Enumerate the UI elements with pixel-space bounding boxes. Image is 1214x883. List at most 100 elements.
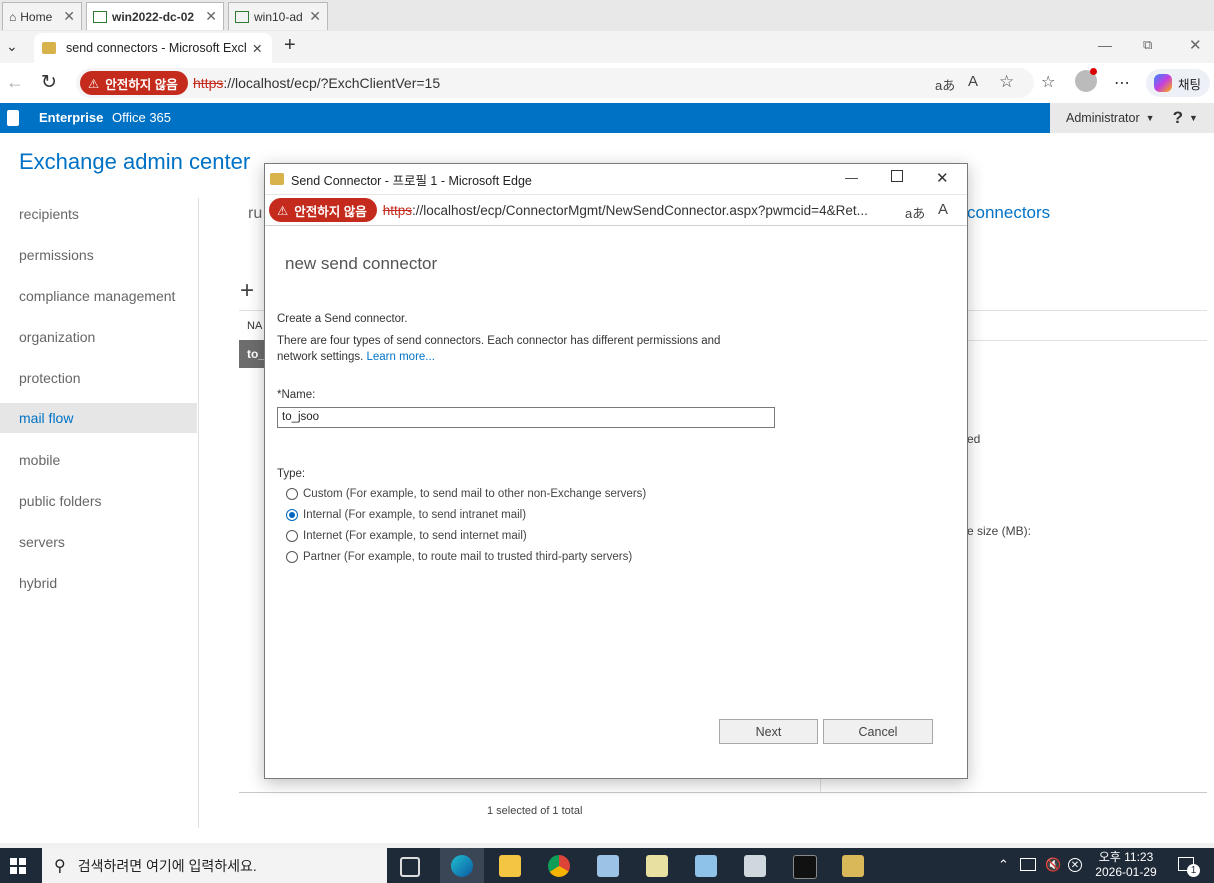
type-option-partner[interactable]: Partner (For example, to route mail to t… bbox=[286, 551, 632, 563]
sidebar-item-public-folders[interactable]: public folders bbox=[0, 486, 197, 516]
table-row-selected[interactable]: to_ bbox=[239, 340, 267, 368]
name-label: *Name: bbox=[277, 389, 316, 401]
sidebar-item-protection[interactable]: protection bbox=[0, 363, 197, 393]
minimize-icon[interactable]: — bbox=[845, 170, 858, 185]
copilot-chat-button[interactable]: 채팅 bbox=[1146, 69, 1210, 97]
file-explorer-icon[interactable] bbox=[499, 855, 521, 877]
user-name: Administrator bbox=[1066, 111, 1140, 125]
read-aloud-icon[interactable]: A bbox=[968, 73, 978, 90]
radio-button-selected[interactable] bbox=[286, 509, 298, 521]
clock-date: 2026-01-29 bbox=[1095, 865, 1157, 879]
nav-office365[interactable]: Office 365 bbox=[112, 110, 171, 125]
vm-tab-win10[interactable]: win10-ad ✕ bbox=[228, 2, 328, 30]
status-error-icon[interactable]: ✕ bbox=[1068, 858, 1082, 872]
new-tab-button[interactable]: + bbox=[284, 34, 296, 57]
close-icon[interactable]: ✕ bbox=[63, 8, 75, 25]
name-input[interactable]: to_jsoo bbox=[277, 407, 775, 428]
profile-avatar-icon[interactable] bbox=[1075, 68, 1097, 92]
close-icon[interactable]: ✕ bbox=[309, 8, 321, 25]
favorites-icon[interactable]: ☆ bbox=[1041, 72, 1055, 92]
sidebar-item-mobile[interactable]: mobile bbox=[0, 445, 197, 475]
column-header-name[interactable]: NA bbox=[247, 320, 262, 332]
shield-warning-icon: ⚠ bbox=[88, 76, 100, 91]
back-icon[interactable]: ← bbox=[6, 72, 24, 93]
help-icon[interactable]: ? bbox=[1173, 108, 1183, 128]
refresh-icon[interactable]: ↻ bbox=[41, 71, 57, 94]
volume-muted-icon[interactable]: 🔇 bbox=[1045, 857, 1061, 873]
user-menu[interactable]: Administrator ▼ ? ▼ bbox=[1050, 103, 1214, 133]
add-icon[interactable]: + bbox=[240, 277, 254, 305]
vm-tab-win2022[interactable]: win2022-dc-02 ✕ bbox=[86, 2, 224, 30]
type-option-internal[interactable]: Internal (For example, to send intranet … bbox=[286, 509, 526, 521]
chat-label: 채팅 bbox=[1178, 77, 1202, 92]
exchange-shell-icon[interactable] bbox=[842, 855, 864, 877]
not-secure-label: 안전하지 않음 bbox=[105, 77, 178, 92]
radio-button[interactable] bbox=[286, 530, 298, 542]
page-title: Exchange admin center bbox=[19, 149, 251, 174]
sidebar-item-servers[interactable]: servers bbox=[0, 527, 197, 557]
chrome-icon[interactable] bbox=[548, 855, 570, 877]
cancel-button[interactable]: Cancel bbox=[823, 719, 933, 744]
vm-icon bbox=[235, 10, 249, 23]
learn-more-link[interactable]: Learn more... bbox=[367, 351, 435, 363]
maximize-icon[interactable] bbox=[891, 170, 903, 182]
network-icon[interactable] bbox=[1020, 858, 1036, 871]
url-rest: ://localhost/ecp/ConnectorMgmt/NewSendCo… bbox=[411, 202, 868, 218]
url-rest: ://localhost/ecp/?ExchClientVer=15 bbox=[223, 75, 441, 91]
radio-button[interactable] bbox=[286, 551, 298, 563]
taskbar-edge-active[interactable] bbox=[440, 848, 484, 883]
close-window-icon[interactable]: ✕ bbox=[936, 169, 949, 187]
browser-tab-send-connectors[interactable]: send connectors - Microsoft Exch ✕ bbox=[34, 33, 272, 63]
windows-start-icon[interactable] bbox=[10, 858, 26, 874]
radio-button[interactable] bbox=[286, 488, 298, 500]
popup-window-title: Send Connector - 프로필 1 - Microsoft Edge bbox=[291, 173, 532, 188]
next-button[interactable]: Next bbox=[719, 719, 818, 744]
tab-send-connectors[interactable]: connectors bbox=[967, 203, 1050, 223]
sidebar-item-permissions[interactable]: permissions bbox=[0, 240, 197, 270]
vm-tab-label: win2022-dc-02 bbox=[112, 9, 195, 24]
chevron-down-icon: ▼ bbox=[1145, 113, 1155, 123]
powershell-ise-icon[interactable] bbox=[695, 855, 717, 877]
more-options-icon[interactable]: ⋯ bbox=[1114, 73, 1130, 93]
tab-actions-chevron-icon[interactable]: ⌄ bbox=[6, 38, 18, 55]
minimize-icon[interactable]: — bbox=[1098, 37, 1112, 53]
not-secure-label: 안전하지 않음 bbox=[294, 204, 367, 219]
sidebar-item-organization[interactable]: organization bbox=[0, 322, 197, 352]
type-label: Type: bbox=[277, 468, 306, 480]
sidebar-item-compliance[interactable]: compliance management bbox=[0, 281, 197, 311]
close-icon[interactable]: ✕ bbox=[252, 41, 262, 56]
task-view-icon[interactable] bbox=[400, 857, 420, 877]
close-icon[interactable]: ✕ bbox=[205, 8, 217, 25]
popup-title-bar: Send Connector - 프로필 1 - Microsoft Edge … bbox=[265, 164, 967, 195]
taskbar-clock[interactable]: 오후 11:23 2026-01-29 bbox=[1088, 850, 1164, 880]
clock-time: 오후 11:23 bbox=[1098, 850, 1154, 864]
vm-tab-home[interactable]: ⌂ Home ✕ bbox=[2, 2, 82, 30]
tab-rules-partial[interactable]: ru bbox=[248, 205, 262, 223]
translate-icon[interactable]: aあ bbox=[905, 203, 925, 222]
type-option-internet[interactable]: Internet (For example, to send internet … bbox=[286, 530, 527, 542]
restore-icon[interactable]: ⧉ bbox=[1143, 37, 1152, 53]
network-tool-icon[interactable] bbox=[744, 855, 766, 877]
read-aloud-icon[interactable]: A bbox=[938, 201, 948, 218]
not-secure-badge[interactable]: ⚠ 안전하지 않음 bbox=[269, 198, 377, 222]
translate-icon[interactable]: aあ bbox=[935, 75, 955, 94]
pane-divider bbox=[820, 777, 821, 793]
command-prompt-icon[interactable] bbox=[793, 855, 817, 879]
popup-url[interactable]: https://localhost/ecp/ConnectorMgmt/NewS… bbox=[383, 203, 868, 218]
tray-chevron-up-icon[interactable]: ⌃ bbox=[998, 857, 1009, 873]
notes-app-icon[interactable] bbox=[646, 855, 668, 877]
server-manager-icon[interactable] bbox=[597, 855, 619, 877]
favorite-star-icon[interactable]: ☆ bbox=[999, 72, 1014, 92]
option-label: Partner (For example, to route mail to t… bbox=[303, 551, 633, 563]
sidebar-item-hybrid[interactable]: hybrid bbox=[0, 568, 197, 598]
sidebar-item-mail-flow[interactable]: mail flow bbox=[0, 403, 197, 433]
notification-center-icon[interactable]: 1 bbox=[1178, 857, 1200, 877]
not-secure-badge[interactable]: ⚠ 안전하지 않음 bbox=[80, 71, 188, 95]
close-window-icon[interactable]: ✕ bbox=[1189, 36, 1202, 54]
url-text[interactable]: https://localhost/ecp/?ExchClientVer=15 bbox=[193, 75, 440, 91]
type-option-custom[interactable]: Custom (For example, to send mail to oth… bbox=[286, 488, 646, 500]
top-nav-bar: Enterprise Office 365 bbox=[0, 103, 1214, 133]
taskbar-search-box[interactable]: ⚲ 검색하려면 여기에 입력하세요. bbox=[42, 848, 387, 883]
nav-enterprise[interactable]: Enterprise bbox=[39, 110, 103, 125]
sidebar-item-recipients[interactable]: recipients bbox=[0, 199, 197, 229]
